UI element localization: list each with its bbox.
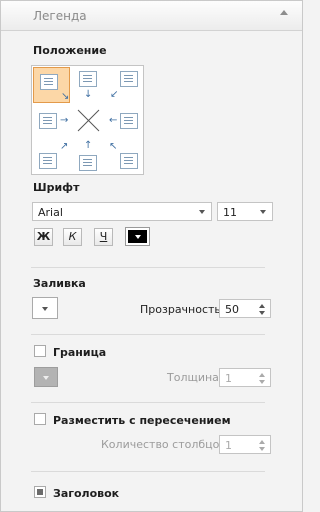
bold-button[interactable]: Ж: [34, 228, 53, 246]
arrow-left-icon: ←: [109, 115, 118, 126]
chevron-down-icon: [199, 210, 205, 214]
position-middle-right[interactable]: ←: [107, 103, 144, 139]
font-color-button[interactable]: [125, 227, 150, 246]
divider: [31, 471, 265, 472]
color-swatch: [128, 230, 147, 243]
cross-icon: [77, 109, 100, 132]
legend-title: Легенда: [33, 9, 87, 23]
arrow-right-icon: →: [60, 115, 69, 126]
font-family-select[interactable]: Arial: [32, 202, 212, 221]
transparency-label: Прозрачность: [140, 303, 221, 316]
fill-color-button[interactable]: [32, 297, 58, 319]
fill-label: Заливка: [33, 277, 86, 290]
position-middle-left[interactable]: →: [33, 103, 70, 139]
thickness-value: 1: [225, 372, 232, 385]
chevron-down-icon: [260, 210, 266, 214]
border-checkbox[interactable]: [34, 345, 46, 357]
overlap-checkbox[interactable]: [34, 413, 46, 425]
font-size-value: 11: [223, 206, 237, 219]
overlap-label: Разместить с пересечением: [53, 414, 231, 427]
columns-value: 1: [225, 439, 232, 452]
arrow-up-right-icon: ↗: [60, 141, 69, 152]
font-family-value: Arial: [38, 206, 63, 219]
legend-header[interactable]: Легенда: [1, 1, 302, 31]
underline-button[interactable]: Ч: [94, 228, 113, 246]
legend-doc-icon: [120, 113, 138, 129]
position-grid: ↘ ↓ ↙ → ← ↗ ↑ ↖: [31, 65, 144, 175]
legend-doc-icon: [120, 153, 138, 169]
position-bottom-right[interactable]: ↖: [107, 139, 144, 175]
divider: [31, 334, 265, 335]
title-option-label: Заголовок: [53, 487, 120, 500]
columns-label: Количество столбцов: [101, 438, 226, 451]
position-label: Положение: [33, 44, 107, 57]
stepper-up-icon[interactable]: [259, 373, 265, 377]
arrow-down-left-icon: ↙: [110, 89, 119, 100]
legend-doc-icon: [39, 153, 57, 169]
position-top-right[interactable]: ↙: [107, 67, 144, 103]
thickness-stepper[interactable]: 1: [219, 368, 271, 387]
legend-doc-icon: [40, 74, 58, 90]
stepper-down-icon[interactable]: [259, 447, 265, 451]
arrow-up-icon: ↑: [84, 140, 93, 151]
legend-doc-icon: [120, 71, 138, 87]
collapse-arrow-icon[interactable]: [280, 10, 288, 15]
arrow-up-left-icon: ↖: [109, 141, 118, 152]
font-label: Шрифт: [33, 181, 80, 194]
stepper-down-icon[interactable]: [259, 311, 265, 315]
transparency-stepper[interactable]: 50: [219, 299, 271, 318]
chevron-down-icon: [42, 307, 48, 311]
font-size-select[interactable]: 11: [217, 202, 273, 221]
title-checkbox[interactable]: [34, 486, 46, 498]
divider: [31, 402, 265, 403]
arrow-down-right-icon: ↘: [61, 91, 70, 102]
legend-doc-icon: [79, 155, 97, 171]
thickness-label: Толщина: [167, 371, 219, 384]
italic-button[interactable]: К: [63, 228, 82, 246]
position-bottom-left[interactable]: ↗: [33, 139, 70, 175]
position-bottom-center[interactable]: ↑: [70, 139, 107, 175]
stepper-down-icon[interactable]: [259, 380, 265, 384]
transparency-value: 50: [225, 303, 239, 316]
stepper-up-icon[interactable]: [259, 304, 265, 308]
arrow-down-icon: ↓: [84, 89, 93, 100]
legend-panel: Легенда Положение ↘ ↓ ↙ → ← ↗ ↑ ↖ Шрифт …: [0, 0, 303, 512]
chevron-down-icon: [135, 235, 141, 239]
border-label: Граница: [53, 346, 107, 359]
position-top-center[interactable]: ↓: [70, 67, 107, 103]
border-color-button[interactable]: [34, 367, 58, 387]
legend-doc-icon: [79, 71, 97, 87]
stepper-up-icon[interactable]: [259, 440, 265, 444]
position-top-left[interactable]: ↘: [33, 67, 70, 103]
position-center[interactable]: [70, 103, 107, 139]
divider: [31, 267, 265, 268]
columns-stepper[interactable]: 1: [219, 435, 271, 454]
chevron-down-icon: [43, 376, 49, 380]
legend-doc-icon: [39, 113, 57, 129]
